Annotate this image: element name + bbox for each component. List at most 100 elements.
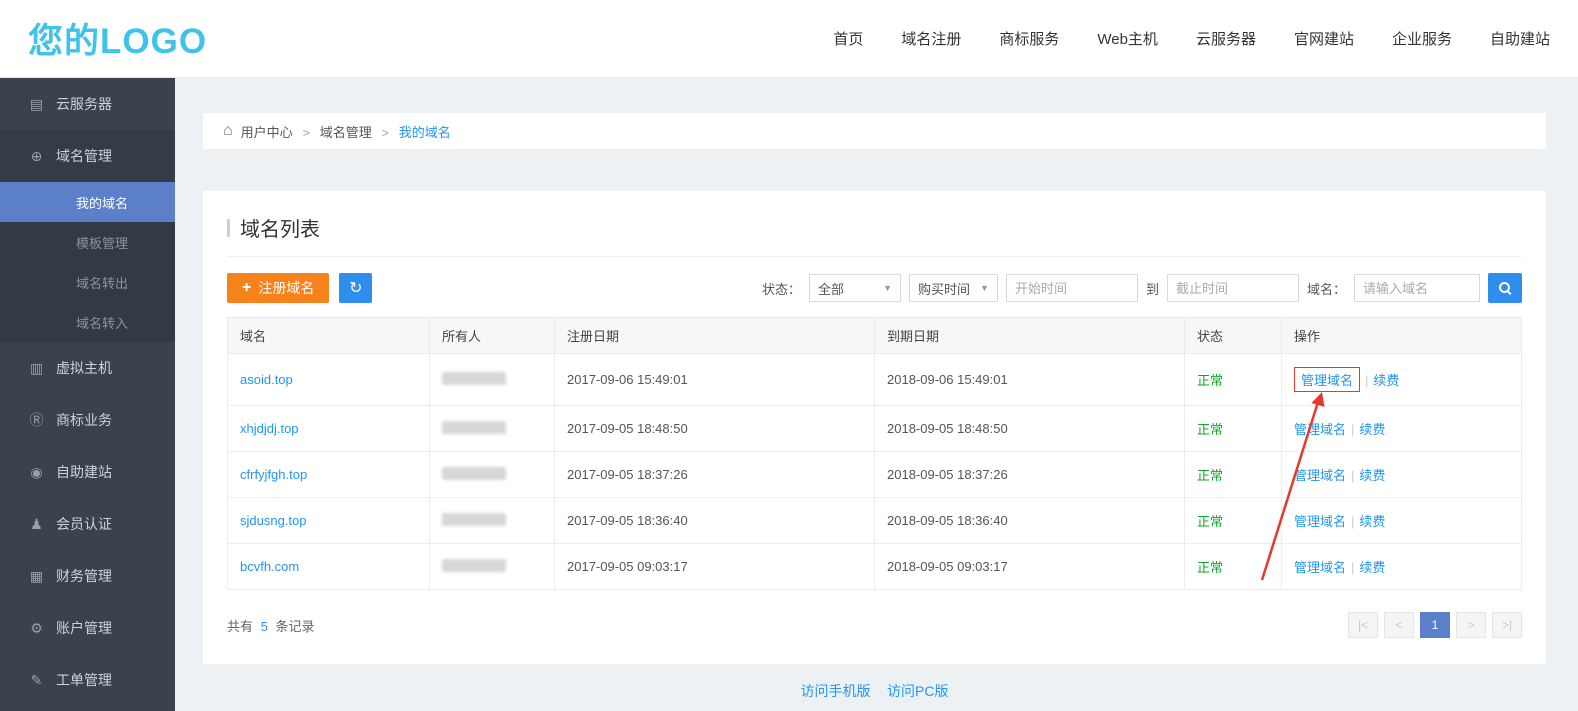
top-nav-item[interactable]: Web主机 [1097,28,1158,49]
manage-domain-link[interactable]: 管理域名 [1294,468,1346,483]
sidebar-item[interactable]: Ⓡ 商标业务 [0,394,175,446]
register-date: 2017-09-05 18:36:40 [555,498,875,544]
owner-redacted-value [442,467,506,480]
renew-link[interactable]: 续费 [1359,468,1385,483]
table-header-cell: 域名 [228,318,430,354]
gear-icon: ⚙ [28,620,45,637]
top-nav-item[interactable]: 自助建站 [1490,28,1550,49]
status-select-value: 全部 [818,279,844,298]
ticket-icon: ✎ [28,672,45,689]
refresh-icon: ↻ [349,278,362,298]
table-header-cell: 操作 [1282,318,1522,354]
refresh-button[interactable]: ↻ [339,273,372,303]
domain-search-input[interactable] [1354,274,1480,302]
breadcrumb: ⌂ 用户中心 域名管理 我的域名 [203,113,1546,149]
renew-link[interactable]: 续费 [1359,514,1385,529]
sidebar-item[interactable]: 域名转入 [0,302,175,342]
start-date-input[interactable] [1006,274,1138,302]
page-button[interactable]: < [1384,612,1414,638]
sidebar-item-label: 商标业务 [56,410,112,430]
sitebuilder-icon: ◉ [28,464,45,481]
manage-domain-link[interactable]: 管理域名 [1294,514,1346,529]
toolbar: + 注册域名 ↻ 状态： 全部 ▼ 购买时间 ▼ [227,273,1522,303]
table-header-cell: 状态 [1185,318,1282,354]
top-nav-item[interactable]: 商标服务 [999,28,1059,49]
pc-version-link[interactable]: 访问PC版 [887,683,948,699]
sidebar-item[interactable]: ◉ 自助建站 [0,446,175,498]
top-nav: 首页 域名注册 商标服务 Web主机 云服务器 官网建站 企业服务 自助建站 [833,28,1550,49]
sidebar-item[interactable]: ▥ 虚拟主机 [0,342,175,394]
expire-date: 2018-09-05 18:36:40 [875,498,1185,544]
register-domain-label: 注册域名 [258,278,314,298]
sidebar-item[interactable]: ✎ 工单管理 [0,654,175,706]
manage-domain-link[interactable]: 管理域名 [1294,422,1346,437]
filter-bar: 状态： 全部 ▼ 购买时间 ▼ 到 域名： [762,273,1522,303]
sidebar-item[interactable]: ▤ 云服务器 [0,78,175,130]
page-button[interactable]: >| [1492,612,1522,638]
sidebar-item-label: 域名转出 [76,273,128,292]
page-button[interactable]: 1 [1420,612,1450,638]
status-filter-label: 状态： [762,279,801,298]
renew-link[interactable]: 续费 [1359,422,1385,437]
register-date: 2017-09-05 18:48:50 [555,406,875,452]
top-nav-item[interactable]: 企业服务 [1392,28,1452,49]
domain-link[interactable]: cfrfyjfgh.top [240,467,307,482]
domain-link[interactable]: bcvfh.com [240,559,299,574]
table-header-cell: 所有人 [430,318,555,354]
expire-date: 2018-09-06 15:49:01 [875,354,1185,406]
table-row: bcvfh.com 2017-09-05 09:03:17 2018-09-05… [228,544,1522,590]
sidebar: ▤ 云服务器 ⊕ 域名管理 我的域名 模板管理 域名转出 [0,78,175,711]
manage-domain-link[interactable]: 管理域名 [1294,560,1346,575]
panel-title: 域名列表 [227,213,1522,242]
breadcrumb-item[interactable]: 域名管理 [293,122,372,141]
page-button[interactable]: |< [1348,612,1378,638]
domain-link[interactable]: xhjdjdj.top [240,421,299,436]
sidebar-item[interactable]: 域名转出 [0,262,175,302]
top-nav-item[interactable]: 首页 [833,28,863,49]
domain-link[interactable]: asoid.top [240,372,293,387]
table-body: asoid.top 2017-09-06 15:49:01 2018-09-06… [228,354,1522,590]
table-row: cfrfyjfgh.top 2017-09-05 18:37:26 2018-0… [228,452,1522,498]
breadcrumb-item[interactable]: 我的域名 [372,122,451,141]
register-date: 2017-09-06 15:49:01 [555,354,875,406]
page-button[interactable]: > [1456,612,1486,638]
renew-link[interactable]: 续费 [1359,560,1385,575]
table-footer: 共有 5 条记录 |< < 1 > >| [227,612,1522,638]
top-nav-item[interactable]: 云服务器 [1196,28,1256,49]
breadcrumb-item[interactable]: 用户中心 [241,122,293,141]
status-badge: 正常 [1197,514,1223,529]
domain-icon: ⊕ [28,148,45,165]
host-icon: ▥ [28,360,45,377]
sidebar-item[interactable]: ♟ 会员认证 [0,498,175,550]
renew-link[interactable]: 续费 [1373,373,1399,388]
top-nav-item[interactable]: 域名注册 [901,28,961,49]
action-divider: | [1351,560,1354,575]
owner-redacted-value [442,372,506,385]
sidebar-item-label: 会员认证 [56,514,112,534]
main-content: ⌂ 用户中心 域名管理 我的域名 域名列表 + 注册域名 ↻ [175,78,1578,701]
time-type-select[interactable]: 购买时间 ▼ [909,274,998,302]
status-badge: 正常 [1197,468,1223,483]
sidebar-item[interactable]: 我的域名 [0,182,175,222]
sidebar-item-label: 云服务器 [56,94,112,114]
logo[interactable]: 您的LOGO [28,13,207,64]
end-date-input[interactable] [1167,274,1299,302]
domain-list-panel: 域名列表 + 注册域名 ↻ 状态： 全部 ▼ [203,191,1546,664]
finance-icon: ▦ [28,568,45,585]
home-icon: ⌂ [223,123,233,139]
sidebar-item[interactable]: ▦ 财务管理 [0,550,175,602]
chevron-down-icon: ▼ [980,283,989,293]
sidebar-item[interactable]: 模板管理 [0,222,175,262]
sidebar-item[interactable]: ⚙ 账户管理 [0,602,175,654]
sidebar-item-label: 财务管理 [56,566,112,586]
manage-domain-link[interactable]: 管理域名 [1294,367,1360,392]
divider [227,256,1522,257]
top-nav-item[interactable]: 官网建站 [1294,28,1354,49]
record-count-value: 5 [261,619,268,634]
register-domain-button[interactable]: + 注册域名 [227,273,329,303]
domain-link[interactable]: sjdusng.top [240,513,307,528]
sidebar-item[interactable]: ⊕ 域名管理 [0,130,175,182]
search-button[interactable] [1488,273,1522,303]
status-select[interactable]: 全部 ▼ [809,274,901,302]
mobile-version-link[interactable]: 访问手机版 [801,683,871,699]
